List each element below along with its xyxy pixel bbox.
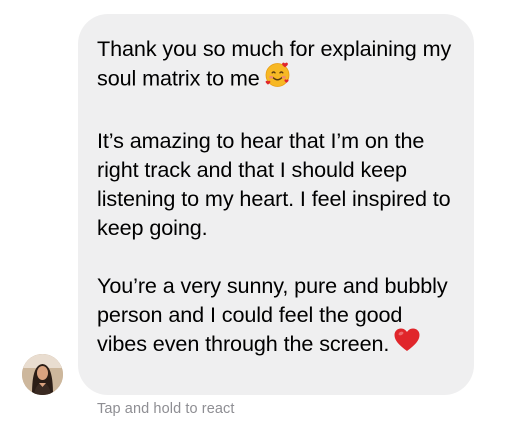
smiling-face-with-hearts-icon <box>264 61 291 95</box>
avatar-photo <box>22 354 63 395</box>
avatar[interactable] <box>22 354 63 395</box>
chat-screen: Thank you so much for explaining my soul… <box>0 0 531 427</box>
red-heart-icon <box>393 327 421 360</box>
message-bubble[interactable]: Thank you so much for explaining my soul… <box>78 14 474 395</box>
message-paragraph: It’s amazing to hear that I’m on the rig… <box>97 128 451 240</box>
message-paragraph: Thank you so much for explaining my soul… <box>97 34 458 97</box>
message-paragraph: You’re a very sunny, pure and bubbly per… <box>97 271 458 362</box>
react-hint: Tap and hold to react <box>97 401 235 417</box>
